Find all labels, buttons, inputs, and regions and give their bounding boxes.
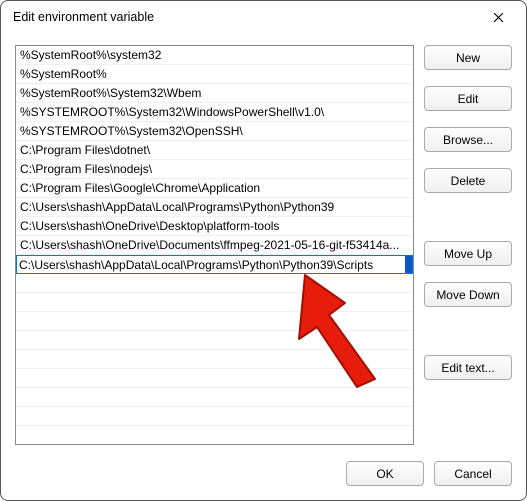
titlebar: Edit environment variable (1, 1, 526, 33)
window-title: Edit environment variable (13, 10, 478, 24)
list-item-editing[interactable] (16, 255, 413, 274)
delete-button[interactable]: Delete (424, 168, 512, 193)
list-item[interactable]: %SYSTEMROOT%\System32\WindowsPowerShell\… (16, 103, 413, 122)
list-item[interactable]: %SYSTEMROOT%\System32\OpenSSH\ (16, 122, 413, 141)
dialog-window: Edit environment variable %SystemRoot%\s… (0, 0, 527, 501)
side-button-column: New Edit Browse... Delete Move Up Move D… (424, 45, 512, 445)
move-up-button[interactable]: Move Up (424, 241, 512, 266)
list-item[interactable]: C:\Program Files\dotnet\ (16, 141, 413, 160)
list-item[interactable]: C:\Program Files\nodejs\ (16, 160, 413, 179)
move-down-button[interactable]: Move Down (424, 282, 512, 307)
list-item[interactable]: C:\Users\shash\AppData\Local\Programs\Py… (16, 198, 413, 217)
close-button[interactable] (478, 3, 518, 31)
dialog-footer: OK Cancel (1, 453, 526, 500)
list-item[interactable]: %SystemRoot% (16, 65, 413, 84)
content-area: %SystemRoot%\system32 %SystemRoot% %Syst… (1, 33, 526, 453)
empty-row (16, 274, 413, 293)
edit-text-button[interactable]: Edit text... (424, 355, 512, 380)
empty-row (16, 369, 413, 388)
path-listbox[interactable]: %SystemRoot%\system32 %SystemRoot% %Syst… (15, 45, 414, 445)
path-edit-input[interactable] (17, 256, 405, 273)
empty-row (16, 312, 413, 331)
list-item[interactable]: %SystemRoot%\System32\Wbem (16, 84, 413, 103)
cancel-button[interactable]: Cancel (434, 461, 512, 486)
close-icon (493, 12, 504, 23)
empty-row (16, 331, 413, 350)
empty-row (16, 388, 413, 407)
list-item[interactable]: C:\Program Files\Google\Chrome\Applicati… (16, 179, 413, 198)
list-item[interactable]: C:\Users\shash\OneDrive\Desktop\platform… (16, 217, 413, 236)
empty-row (16, 293, 413, 312)
browse-button[interactable]: Browse... (424, 127, 512, 152)
ok-button[interactable]: OK (346, 461, 424, 486)
list-item[interactable]: %SystemRoot%\system32 (16, 46, 413, 65)
empty-row (16, 350, 413, 369)
edit-selection-indicator (405, 256, 412, 273)
inline-edit (16, 255, 413, 274)
edit-button[interactable]: Edit (424, 86, 512, 111)
new-button[interactable]: New (424, 45, 512, 70)
empty-row (16, 407, 413, 426)
list-item[interactable]: C:\Users\shash\OneDrive\Documents\ffmpeg… (16, 236, 413, 255)
